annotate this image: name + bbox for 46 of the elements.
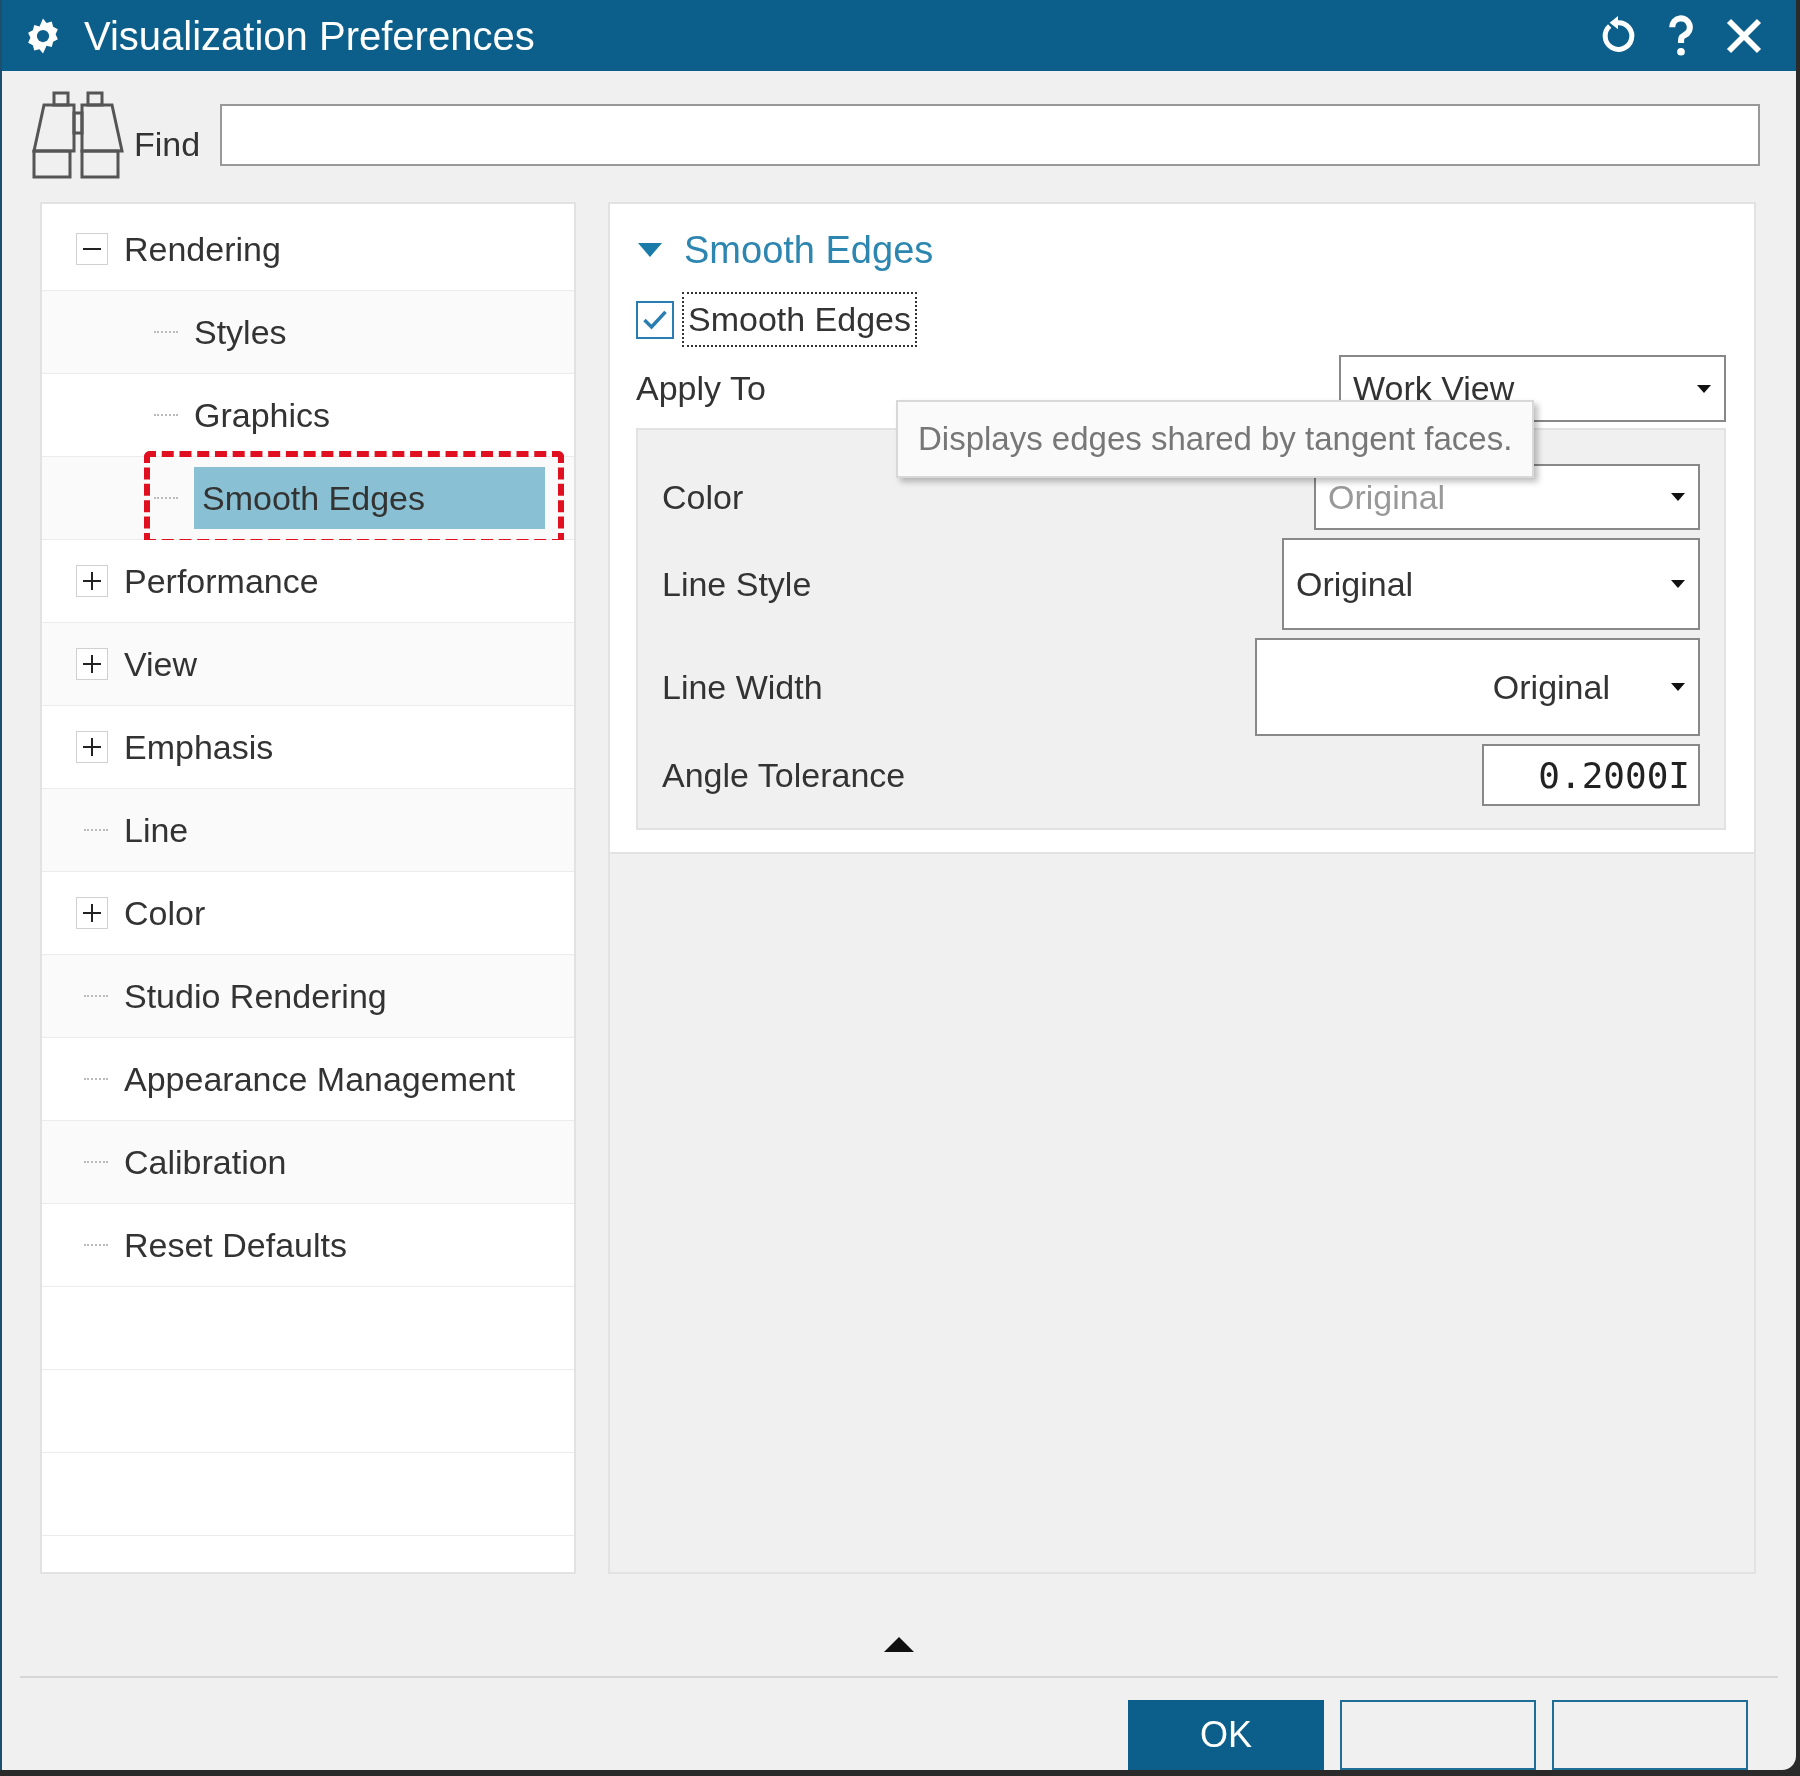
field-label: Angle Tolerance	[662, 754, 906, 796]
field-label: Apply To	[636, 368, 766, 409]
collapse-arrow-icon[interactable]	[884, 1636, 914, 1652]
field-label: Color	[662, 476, 744, 518]
dialog-button[interactable]: OK	[1128, 1700, 1324, 1770]
expand-button[interactable]	[76, 648, 108, 680]
dialog-button[interactable]	[1340, 1700, 1536, 1770]
section-title: Smooth Edges	[684, 227, 934, 273]
expand-button[interactable]	[76, 897, 108, 929]
tree-item[interactable]: Styles	[194, 306, 287, 358]
checkbox-label: Smooth Edges	[682, 292, 918, 347]
tree-item[interactable]: Line	[124, 804, 189, 856]
tree-item[interactable]: Rendering	[124, 223, 281, 275]
field-label: Line Style	[662, 563, 812, 605]
dropdown[interactable]: Original	[1282, 538, 1700, 630]
number-field[interactable]: 0.2000I	[1482, 744, 1700, 806]
caret-icon	[1670, 579, 1686, 589]
dropdown[interactable]: Original	[1255, 638, 1700, 736]
expand-button[interactable]	[76, 565, 108, 597]
window-title: Visualization Preferences	[84, 12, 536, 60]
plus-icon	[81, 736, 103, 758]
tree-item[interactable]: Emphasis	[124, 721, 274, 773]
tree-item[interactable]: Calibration	[124, 1136, 287, 1188]
tree-item[interactable]: Performance	[124, 555, 319, 607]
checkbox[interactable]	[636, 300, 674, 339]
caret-icon	[1670, 682, 1686, 692]
dialog-button[interactable]	[1552, 1700, 1748, 1770]
caret-icon	[1670, 492, 1686, 502]
plus-icon	[81, 570, 103, 592]
find-field[interactable]	[220, 103, 1760, 166]
expand-button[interactable]	[76, 731, 108, 763]
tree-item[interactable]: View	[124, 638, 198, 690]
field-label: Line Width	[662, 666, 823, 708]
minus-icon	[81, 247, 103, 251]
collapse-button[interactable]	[76, 233, 108, 265]
tooltip: Displays edges shared by tangent faces.	[896, 400, 1535, 478]
find-label: Find	[134, 124, 201, 165]
tree-item[interactable]: Graphics	[194, 389, 331, 441]
tree-item[interactable]: Appearance Management	[124, 1053, 516, 1105]
tree-item[interactable]: Color	[124, 887, 206, 939]
tree-item[interactable]: Reset Defaults	[124, 1219, 347, 1271]
caret-icon	[1696, 383, 1712, 394]
tree-item[interactable]: Smooth Edges	[194, 467, 546, 529]
plus-icon	[81, 653, 103, 675]
binoculars-icon	[30, 90, 126, 179]
plus-icon	[81, 902, 103, 924]
